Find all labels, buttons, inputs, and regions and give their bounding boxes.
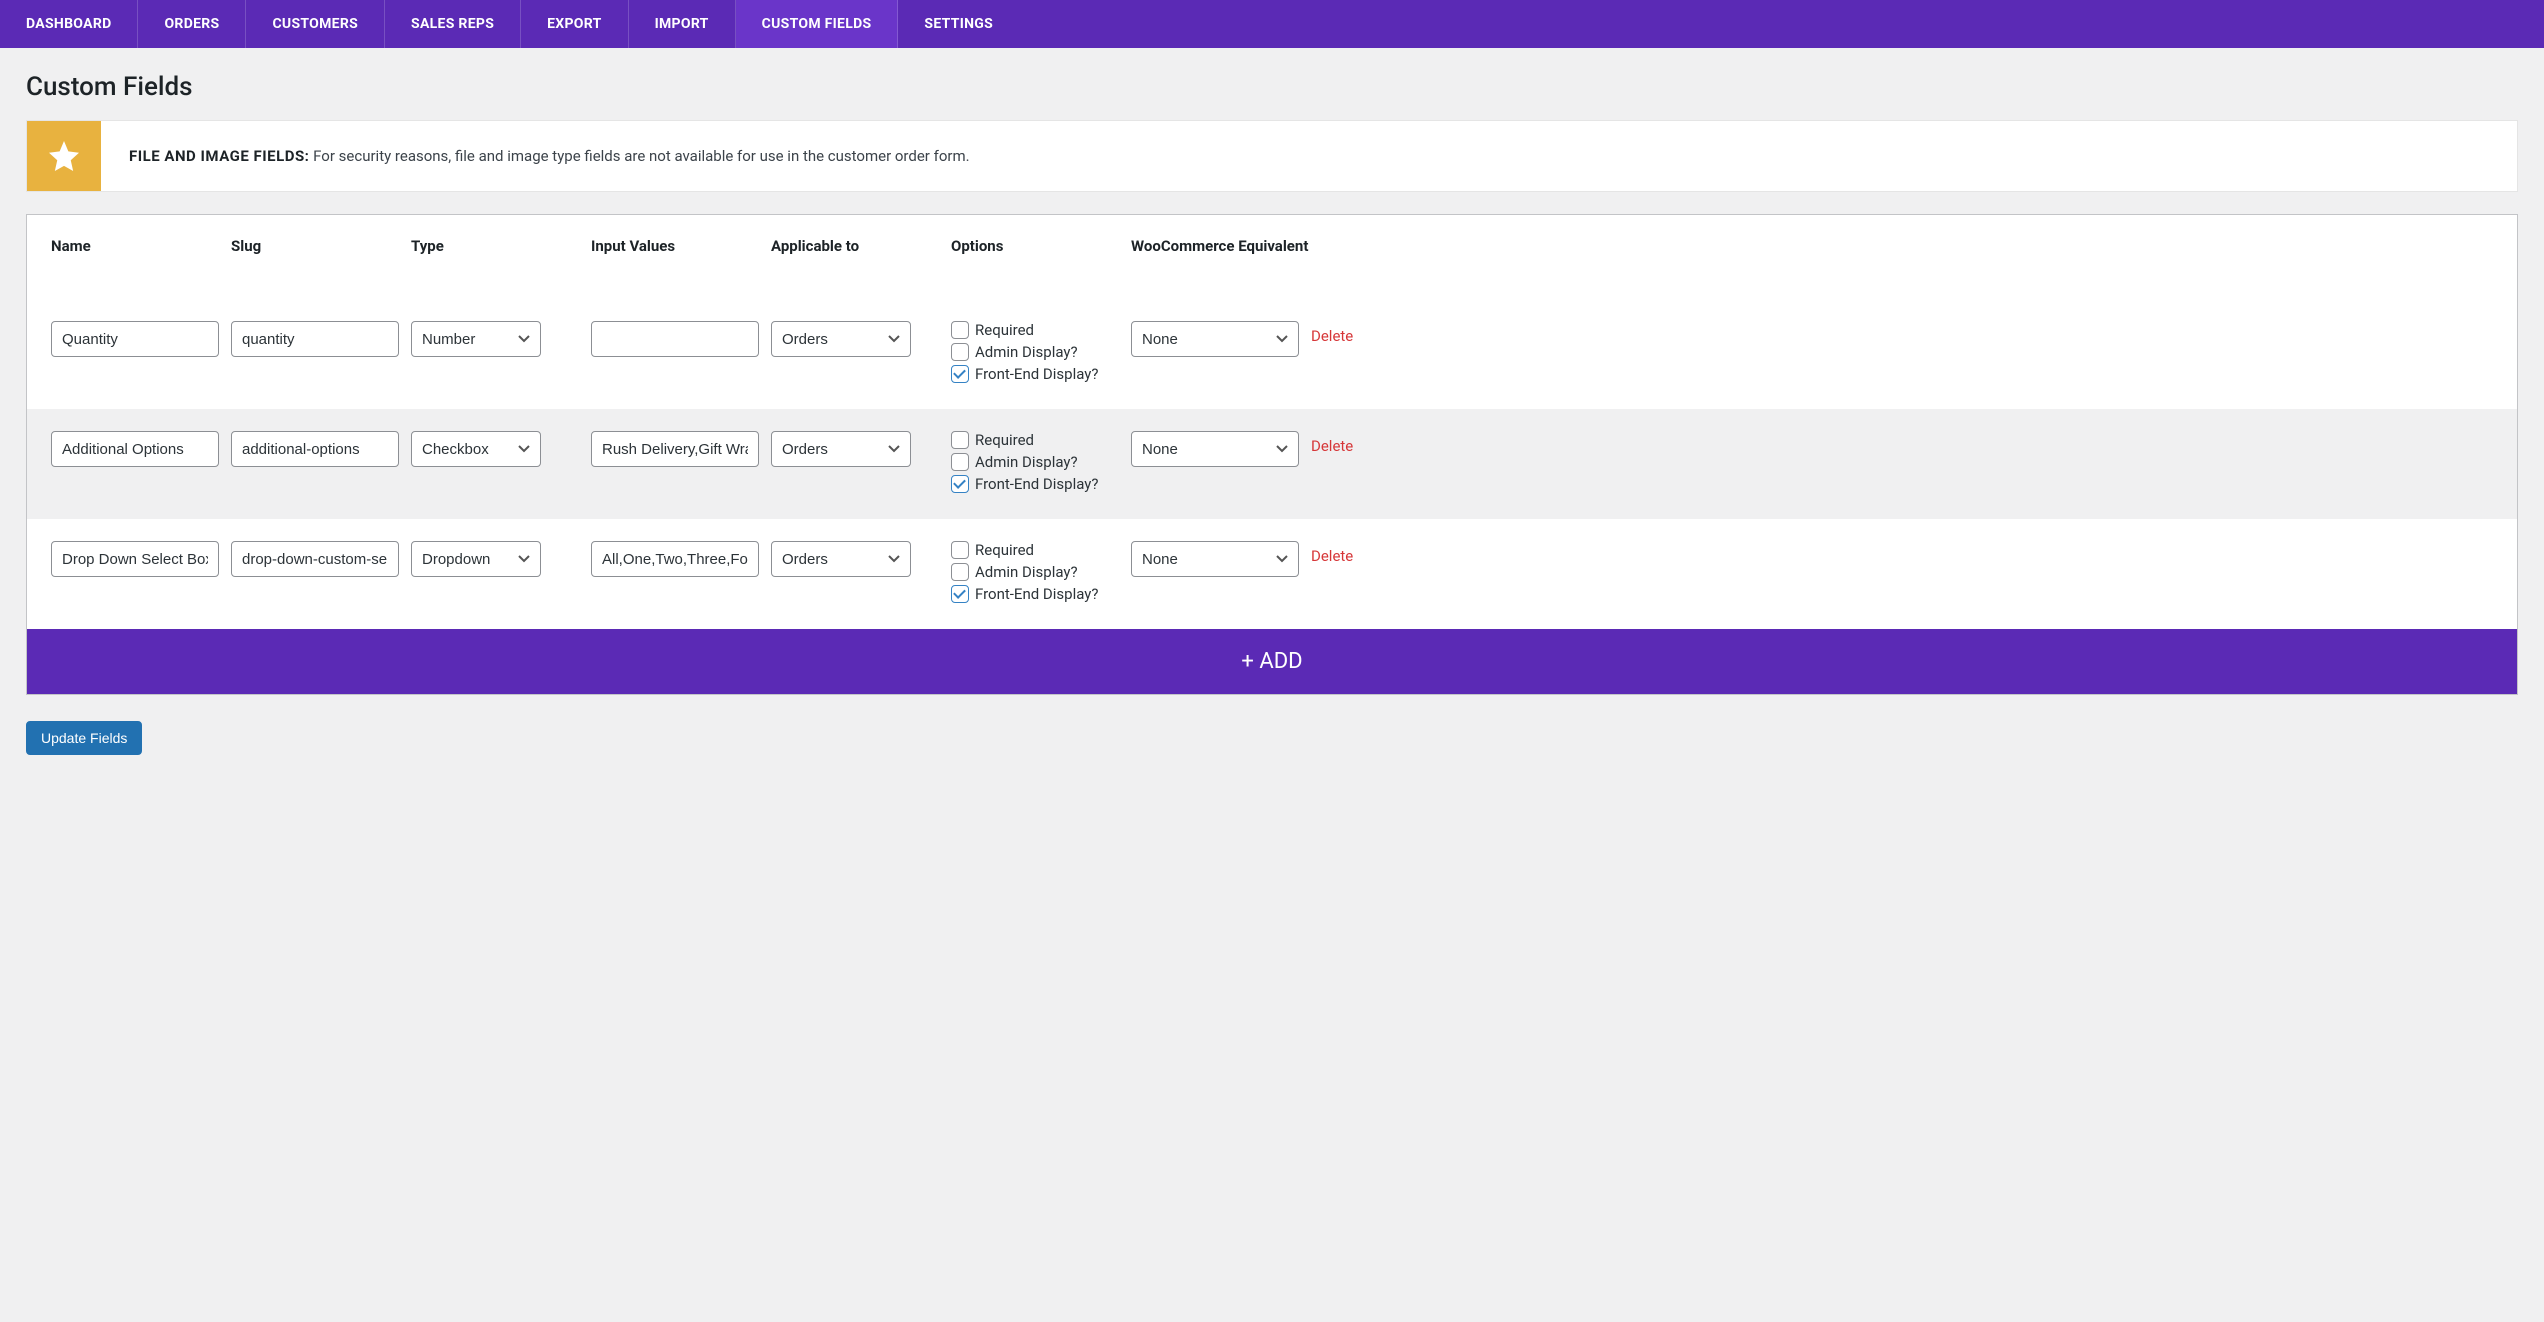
required-checkbox[interactable]: [951, 321, 969, 339]
column-header: Type: [411, 237, 591, 255]
delete-link[interactable]: Delete: [1311, 431, 1353, 455]
type-select[interactable]: NumberCheckboxDropdownTextFileImage: [411, 321, 541, 357]
nav-tab-sales-reps[interactable]: SALES REPS: [385, 0, 521, 48]
applicable-select[interactable]: OrdersCustomersProducts: [771, 431, 911, 467]
table-row: NumberCheckboxDropdownTextFileImage Order…: [27, 299, 2517, 409]
input-values-input[interactable]: [591, 431, 759, 467]
front-end-display-checkbox[interactable]: [951, 365, 969, 383]
applicable-select[interactable]: OrdersCustomersProducts: [771, 541, 911, 577]
column-header: Options: [951, 237, 1131, 255]
table-row: NumberCheckboxDropdownTextFileImage Order…: [27, 409, 2517, 519]
admin-display-checkbox-label: Admin Display?: [975, 453, 1078, 471]
applicable-select[interactable]: OrdersCustomersProducts: [771, 321, 911, 357]
input-values-input[interactable]: [591, 541, 759, 577]
table-header: NameSlugTypeInput ValuesApplicable toOpt…: [27, 215, 2517, 299]
front-end-display-checkbox-label: Front-End Display?: [975, 365, 1098, 383]
name-input[interactable]: [51, 321, 219, 357]
wc-equivalent-select[interactable]: None: [1131, 541, 1299, 577]
required-checkbox[interactable]: [951, 541, 969, 559]
admin-display-checkbox[interactable]: [951, 563, 969, 581]
column-header: Applicable to: [771, 237, 951, 255]
slug-input[interactable]: [231, 321, 399, 357]
top-nav: DASHBOARDORDERSCUSTOMERSSALES REPSEXPORT…: [0, 0, 2544, 48]
notice-text: For security reasons, file and image typ…: [313, 147, 969, 165]
star-icon: [27, 121, 101, 191]
wc-equivalent-select[interactable]: None: [1131, 431, 1299, 467]
required-checkbox-label: Required: [975, 541, 1034, 559]
required-checkbox-label: Required: [975, 321, 1034, 339]
nav-tab-import[interactable]: IMPORT: [629, 0, 736, 48]
security-notice: FILE AND IMAGE FIELDS: For security reas…: [26, 120, 2518, 192]
wc-equivalent-select[interactable]: None: [1131, 321, 1299, 357]
front-end-display-checkbox[interactable]: [951, 475, 969, 493]
name-input[interactable]: [51, 431, 219, 467]
admin-display-checkbox-label: Admin Display?: [975, 343, 1078, 361]
column-header: WooCommerce Equivalent: [1131, 237, 1311, 255]
page-title: Custom Fields: [26, 72, 2518, 102]
admin-display-checkbox[interactable]: [951, 343, 969, 361]
slug-input[interactable]: [231, 431, 399, 467]
admin-display-checkbox-label: Admin Display?: [975, 563, 1078, 581]
delete-link[interactable]: Delete: [1311, 541, 1353, 565]
delete-link[interactable]: Delete: [1311, 321, 1353, 345]
required-checkbox-label: Required: [975, 431, 1034, 449]
add-button[interactable]: + ADD: [27, 629, 2517, 694]
type-select[interactable]: NumberCheckboxDropdownTextFileImage: [411, 541, 541, 577]
front-end-display-checkbox[interactable]: [951, 585, 969, 603]
front-end-display-checkbox-label: Front-End Display?: [975, 585, 1098, 603]
update-fields-button[interactable]: Update Fields: [26, 721, 142, 755]
slug-input[interactable]: [231, 541, 399, 577]
column-header: Input Values: [591, 237, 771, 255]
column-header: Slug: [231, 237, 411, 255]
nav-tab-orders[interactable]: ORDERS: [138, 0, 246, 48]
type-select[interactable]: NumberCheckboxDropdownTextFileImage: [411, 431, 541, 467]
table-row: NumberCheckboxDropdownTextFileImage Order…: [27, 519, 2517, 629]
nav-tab-customers[interactable]: CUSTOMERS: [246, 0, 385, 48]
front-end-display-checkbox-label: Front-End Display?: [975, 475, 1098, 493]
name-input[interactable]: [51, 541, 219, 577]
required-checkbox[interactable]: [951, 431, 969, 449]
nav-tab-export[interactable]: EXPORT: [521, 0, 628, 48]
input-values-input[interactable]: [591, 321, 759, 357]
nav-tab-dashboard[interactable]: DASHBOARD: [0, 0, 138, 48]
nav-tab-custom-fields[interactable]: CUSTOM FIELDS: [736, 0, 899, 48]
admin-display-checkbox[interactable]: [951, 453, 969, 471]
fields-card: NameSlugTypeInput ValuesApplicable toOpt…: [26, 214, 2518, 695]
notice-label: FILE AND IMAGE FIELDS:: [129, 147, 309, 165]
nav-tab-settings[interactable]: SETTINGS: [898, 0, 1019, 48]
column-header: Name: [51, 237, 231, 255]
